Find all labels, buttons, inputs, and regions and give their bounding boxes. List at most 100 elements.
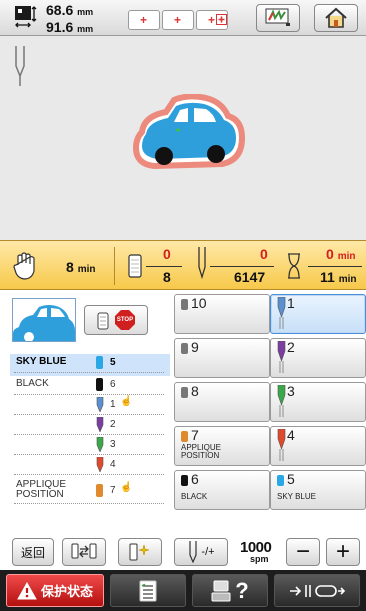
grid-cell-5-number: 5 [287, 471, 295, 487]
stop-setting-button[interactable]: STOP [84, 305, 148, 335]
color-row-3-hand-icon: ☝ [120, 396, 133, 407]
color-row-2-spool-icon [96, 378, 103, 391]
color-row-5[interactable]: 3 [14, 436, 164, 455]
grid-cell-needle-3[interactable]: 3 [270, 382, 366, 422]
color-fraction-line [146, 266, 182, 267]
needle-adjust-label: -/+ [201, 546, 215, 558]
remaining-total-value: 11 [320, 269, 335, 285]
minus-label: − [295, 538, 310, 565]
color-row-7-spool-icon [96, 484, 103, 497]
frame-display-button-2[interactable]: + [162, 10, 194, 30]
grid-cell-6[interactable]: 6 BLACK [174, 470, 270, 510]
back-button[interactable]: 返回 [12, 538, 54, 566]
grid-cell-6-name: BLACK [181, 492, 208, 501]
grid-needle-1-number: 1 [287, 295, 295, 311]
car-thumbnail-icon [13, 305, 75, 342]
needle-position-icon [15, 46, 25, 86]
grid-cell-8-number: 8 [191, 383, 199, 399]
grid-cell-5[interactable]: 5 SKY BLUE [270, 470, 366, 510]
embroidery-preview[interactable] [0, 36, 366, 240]
frame-display-button-1[interactable]: + [128, 10, 160, 30]
color-row-3[interactable]: 1 ☝ [14, 396, 164, 415]
color-sort-button[interactable] [62, 538, 106, 566]
frame-plus-1: + [140, 13, 148, 27]
protect-status-label: 保护状态 [40, 584, 93, 599]
height-value: 91.6 [46, 19, 74, 35]
thread-edit-button[interactable] [118, 538, 162, 566]
help-button[interactable]: ? [192, 574, 268, 607]
needle-adjust-button[interactable]: -/+ [174, 538, 228, 566]
grid-needle-3-number: 3 [287, 383, 295, 399]
monitor-icon [265, 8, 290, 26]
color-row-1-label: SKY BLUE [16, 356, 67, 367]
color-row-1-number: 5 [110, 357, 116, 368]
grid-cell-9-spool-icon [181, 343, 188, 354]
color-done: 0 [163, 246, 171, 262]
color-row-2-label: BLACK [16, 378, 49, 389]
color-row-2[interactable]: BLACK 6 [14, 376, 164, 395]
frame-display-button-3[interactable]: + [196, 10, 228, 30]
control-row: 返回 -/+ 1000 spm − + [0, 530, 366, 570]
stitch-fraction-line [210, 266, 274, 267]
grid-cell-5-name: SKY BLUE [277, 492, 316, 501]
tension-toggle-button[interactable] [274, 574, 360, 607]
frame-plus-3: + [208, 13, 216, 27]
grid-needle-3-icon [277, 385, 286, 417]
grid-cell-needle-1[interactable]: 1 [270, 294, 366, 334]
thread-grid: 10 1 9 2 8 3 7 APPLIQUE POSITION 4 6 BLA… [174, 290, 366, 530]
color-row-6-number: 4 [110, 459, 116, 470]
grid-cell-10[interactable]: 10 [174, 294, 270, 334]
grid-cell-9-number: 9 [191, 339, 199, 355]
checklist-button[interactable] [110, 574, 186, 607]
color-row-6[interactable]: 4 [14, 456, 164, 475]
protect-status-button[interactable]: 保护状态 [6, 574, 104, 607]
color-total: 8 [163, 269, 171, 285]
grid-cell-8[interactable]: 8 [174, 382, 270, 422]
color-row-7[interactable]: APPLIQUE POSITION 7 ☝ [14, 478, 164, 504]
machine-help-icon [211, 580, 231, 601]
grid-cell-needle-2[interactable]: 2 [270, 338, 366, 378]
design-thumbnail[interactable] [12, 298, 76, 342]
color-row-4-needle-icon [96, 417, 104, 432]
home-button[interactable] [314, 4, 358, 32]
needle-stitch-icon [198, 247, 206, 280]
hand-timer-icon [13, 252, 35, 280]
grid-needle-4-number: 4 [287, 427, 295, 443]
plus-label: + [335, 538, 350, 565]
needle-adjust-icon [189, 541, 198, 563]
remaining-fraction-line [308, 266, 362, 267]
color-row-1[interactable]: SKY BLUE 5 [14, 354, 164, 373]
frame-selected-icon [216, 14, 227, 25]
speed-decrease-button[interactable]: − [286, 538, 320, 566]
grid-needle-4-icon [277, 429, 286, 461]
grid-cell-6-spool-icon [181, 475, 188, 486]
speed-increase-button[interactable]: + [326, 538, 360, 566]
hourglass-icon [288, 253, 300, 279]
color-row-4[interactable]: 2 [14, 416, 164, 435]
grid-cell-9[interactable]: 9 [174, 338, 270, 378]
spool-sparkle-icon [129, 543, 150, 561]
color-row-7-label: APPLIQUE POSITION [16, 479, 67, 500]
grid-needle-2-number: 2 [287, 339, 295, 355]
color-row-3-needle-icon [96, 397, 104, 412]
grid-cell-needle-4[interactable]: 4 [270, 426, 366, 466]
help-question-icon: ? [235, 577, 249, 603]
color-row-6-needle-icon [96, 457, 104, 472]
color-row-5-number: 3 [110, 439, 116, 450]
color-row-5-needle-icon [96, 437, 104, 452]
color-swap-icon [71, 543, 97, 559]
spool-icon [97, 312, 109, 330]
warning-icon [17, 581, 37, 599]
remaining-total: 11 min [320, 269, 356, 288]
total-time: 8 min [66, 259, 95, 278]
display-settings-button[interactable] [256, 4, 300, 32]
height-unit: mm [77, 24, 94, 34]
remaining-done-value: 0 [326, 246, 334, 262]
embroidery-size: 68.6 mm 91.6 mm [46, 3, 93, 37]
speed-unit: spm [250, 554, 269, 564]
grid-cell-10-number: 10 [191, 295, 207, 311]
remaining-done: 0 min [326, 246, 355, 265]
grid-cell-10-spool-icon [181, 299, 188, 310]
total-time-unit: min [77, 264, 96, 275]
grid-cell-7[interactable]: 7 APPLIQUE POSITION [174, 426, 270, 466]
